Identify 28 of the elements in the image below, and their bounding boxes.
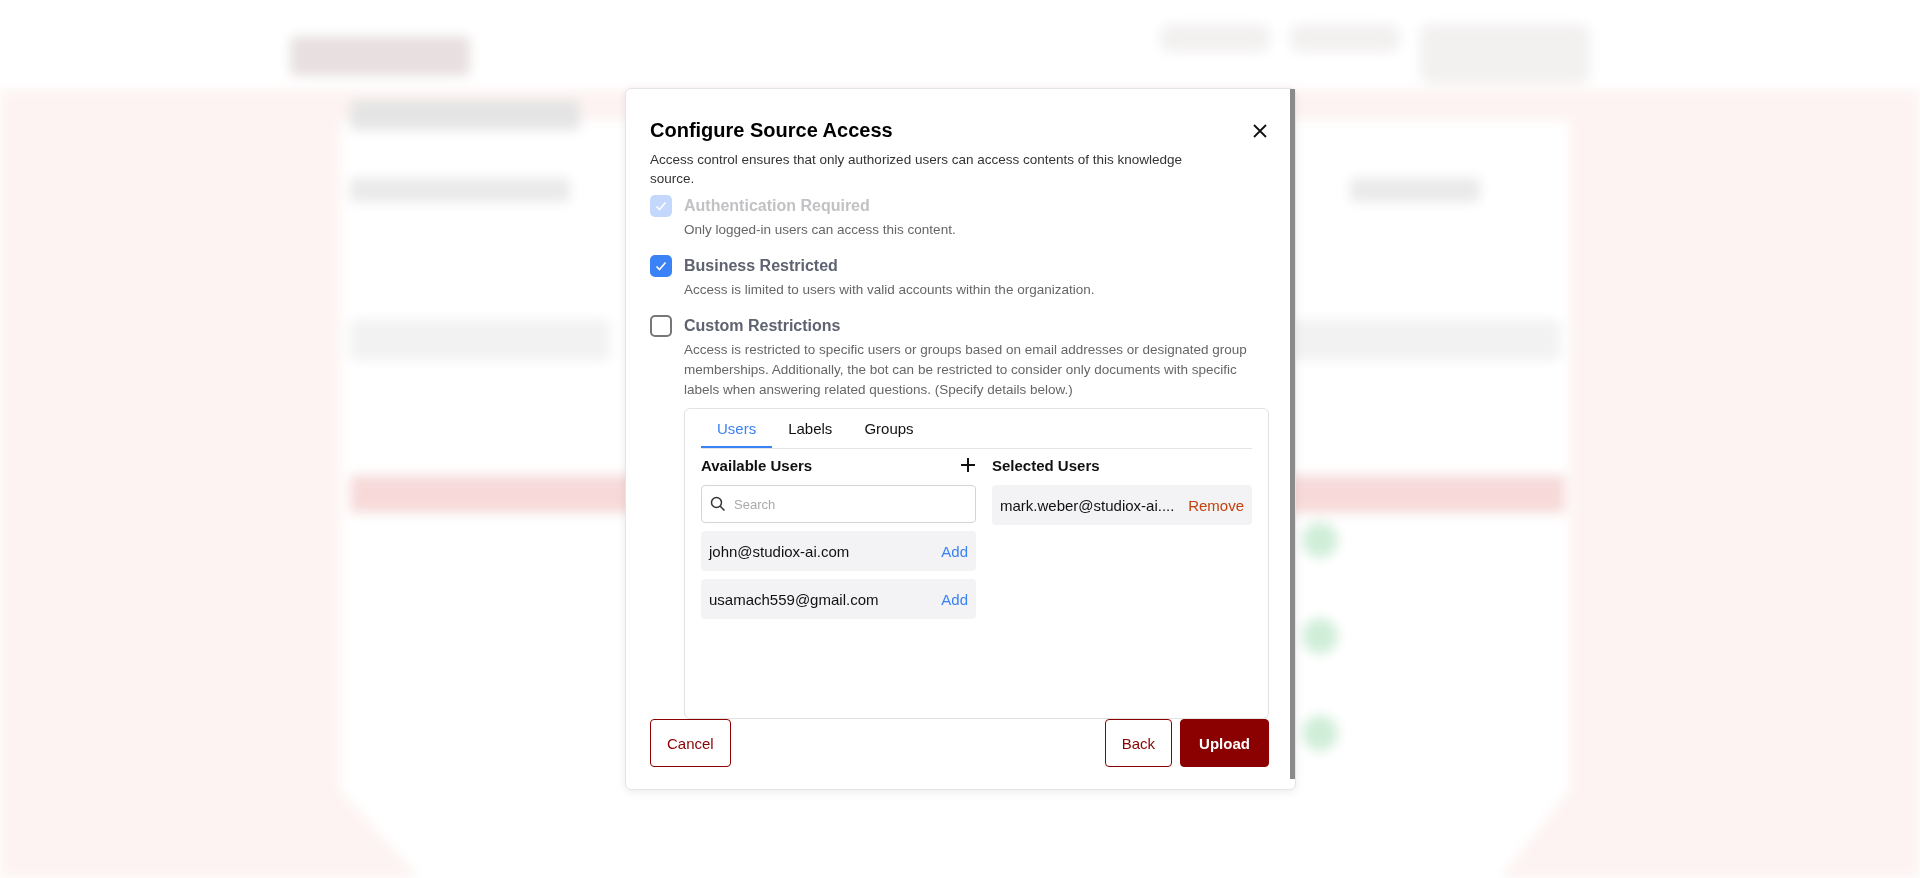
checkbox[interactable] bbox=[650, 255, 672, 277]
tab[interactable]: Groups bbox=[848, 409, 930, 448]
plus-icon[interactable] bbox=[960, 457, 976, 473]
dialog-title: Configure Source Access bbox=[650, 119, 893, 142]
tab[interactable]: Users bbox=[701, 409, 773, 448]
option-description: Only logged-in users can access this content. bbox=[684, 221, 957, 239]
checkmark-icon bbox=[654, 259, 668, 273]
column-heading: Available Users bbox=[701, 456, 813, 474]
remove-link[interactable]: Remove bbox=[1188, 496, 1244, 514]
cancel-button[interactable]: Cancel bbox=[650, 719, 731, 767]
scrollbar[interactable] bbox=[1290, 89, 1295, 779]
column-heading: Selected Users bbox=[992, 456, 1100, 474]
tab[interactable]: Labels bbox=[772, 409, 849, 448]
option-label: Authentication Required bbox=[684, 196, 871, 216]
upload-button[interactable]: Upload bbox=[1180, 719, 1269, 767]
user-email: usamach559@gmail.com bbox=[709, 590, 879, 608]
dialog-description: Access control ensures that only authorized users can access contents of this knowledge source. bbox=[650, 151, 1184, 188]
option-description: Access is limited to users with valid accounts within the organization. bbox=[684, 281, 1096, 299]
checkbox[interactable] bbox=[650, 315, 672, 337]
back-button[interactable]: Back bbox=[1104, 719, 1172, 767]
option-label: Custom Restrictions bbox=[684, 316, 842, 336]
option-description: Access is restricted to specific users or groups based on email addresses or designated group memberships. Additionally, the bot can be restricted to consider only documents with specific labels when answering related questions. (Specify details below.) bbox=[684, 341, 1248, 399]
checkmark-icon bbox=[654, 199, 668, 213]
user-email: john@studiox-ai.com bbox=[709, 542, 850, 560]
option-label: Business Restricted bbox=[684, 256, 839, 276]
close-icon[interactable] bbox=[1251, 121, 1269, 140]
user-email: mark.weber@studiox-ai.... bbox=[1000, 496, 1175, 514]
search-field[interactable]: Search bbox=[701, 485, 976, 523]
